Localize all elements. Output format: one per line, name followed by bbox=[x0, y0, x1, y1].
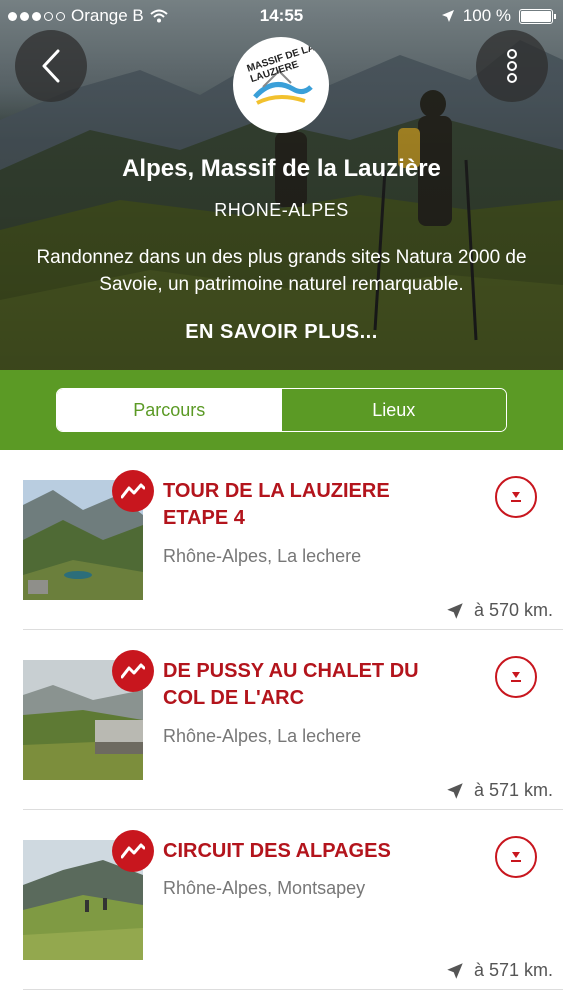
list-item[interactable]: DE PUSSY AU CHALET DU COL DE L'ARC Rhône… bbox=[0, 630, 563, 810]
back-button[interactable] bbox=[15, 30, 87, 102]
location-services-icon bbox=[441, 10, 454, 22]
download-icon bbox=[511, 672, 521, 682]
distance-label: à 570 km. bbox=[473, 600, 553, 620]
list-item[interactable]: TOUR DE LA LAUZIERE ETAPE 4 Rhône-Alpes,… bbox=[0, 450, 563, 630]
battery-icon bbox=[519, 8, 556, 24]
download-icon bbox=[511, 492, 521, 502]
route-title: CIRCUIT DES ALPAGES bbox=[163, 840, 391, 862]
location-arrow-icon bbox=[447, 602, 463, 619]
route-badge bbox=[112, 470, 154, 512]
list-item[interactable]: CIRCUIT DES ALPAGES Rhône-Alpes, Montsap… bbox=[0, 810, 563, 990]
route-badge bbox=[112, 650, 154, 692]
route-badge bbox=[112, 830, 154, 872]
route-location: Rhône-Alpes, Montsapey bbox=[163, 878, 366, 898]
route-title: DE PUSSY AU CHALET DU COL DE L'ARC bbox=[163, 660, 419, 709]
distance-label: à 571 km. bbox=[473, 780, 553, 800]
download-button[interactable] bbox=[495, 656, 537, 698]
route-distance: à 570 km. bbox=[446, 600, 553, 621]
location-arrow-icon bbox=[447, 962, 463, 979]
site-logo: MASSIF DE LA LAUZIERE bbox=[233, 37, 329, 133]
route-icon bbox=[121, 843, 145, 859]
route-location: Rhône-Alpes, La lechere bbox=[163, 726, 362, 746]
battery-label: 100 % bbox=[462, 6, 511, 25]
hero-description: Randonnez dans un des plus grands sites … bbox=[36, 247, 527, 295]
back-icon bbox=[42, 49, 60, 83]
more-options-button[interactable] bbox=[476, 30, 548, 102]
region-label: RHONE-ALPES bbox=[214, 200, 349, 220]
download-button[interactable] bbox=[495, 836, 537, 878]
route-location: Rhône-Alpes, La lechere bbox=[163, 546, 362, 566]
status-bar: Orange B 14:55 100 % bbox=[0, 0, 563, 32]
status-right: 100 % bbox=[441, 6, 556, 26]
segmented-control: Parcours Lieux bbox=[56, 388, 507, 432]
download-button[interactable] bbox=[495, 476, 537, 518]
more-vertical-icon bbox=[507, 49, 517, 83]
divider bbox=[23, 989, 563, 990]
distance-label: à 571 km. bbox=[473, 960, 553, 980]
route-icon bbox=[121, 483, 145, 499]
route-distance: à 571 km. bbox=[446, 780, 553, 801]
tab-lieux[interactable]: Lieux bbox=[281, 389, 506, 431]
download-icon bbox=[511, 852, 521, 862]
route-title: TOUR DE LA LAUZIERE ETAPE 4 bbox=[163, 480, 390, 529]
route-distance: à 571 km. bbox=[446, 960, 553, 981]
read-more-button[interactable]: EN SAVOIR PLUS... bbox=[0, 321, 563, 344]
route-icon bbox=[121, 663, 145, 679]
tab-parcours[interactable]: Parcours bbox=[57, 389, 282, 431]
page-title: Alpes, Massif de la Lauzière bbox=[122, 155, 441, 182]
location-arrow-icon bbox=[447, 782, 463, 799]
